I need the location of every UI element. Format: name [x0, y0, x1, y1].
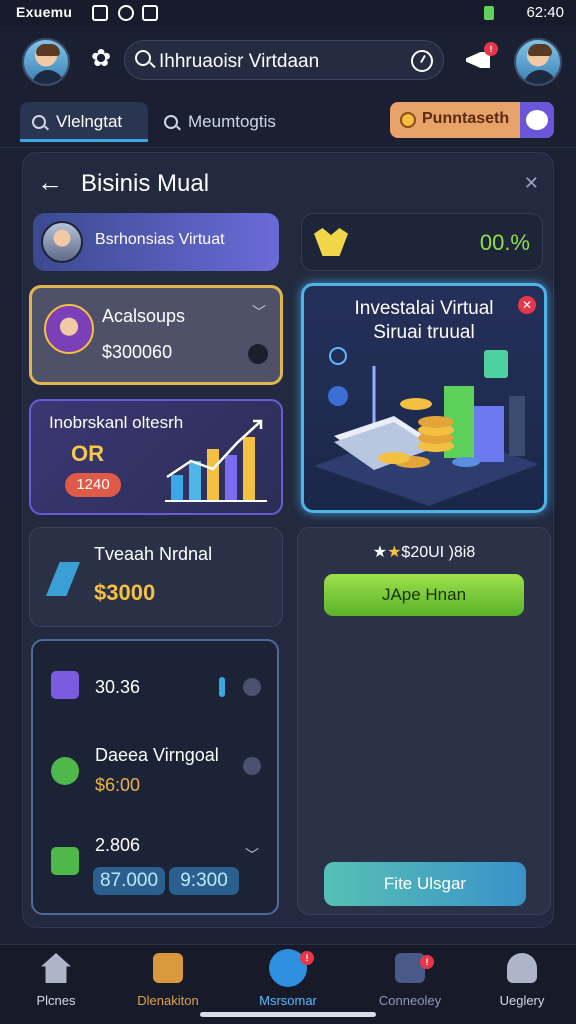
home-icon: [41, 953, 71, 983]
app-header: ✿ Ihhruaoisr Virtdaan !: [0, 26, 576, 98]
money-icon: [51, 757, 79, 785]
search-icon: [32, 115, 46, 129]
edit-icon[interactable]: [243, 678, 261, 696]
notification-badge: !: [300, 951, 314, 965]
status-bar: Exuemu 62:40: [0, 0, 576, 26]
search-input[interactable]: Ihhruaoisr Virtdaan: [159, 51, 319, 73]
chevron-down-icon[interactable]: ﹀: [245, 845, 259, 865]
star-icon: ★: [387, 544, 402, 561]
nav-home[interactable]: Plcnes: [6, 953, 106, 1008]
nav-center[interactable]: ! Msrsomar: [238, 949, 338, 1008]
rating-text: ★★$20UI )8i8: [298, 542, 550, 562]
close-icon[interactable]: ✕: [518, 296, 536, 314]
growth-label: OR: [71, 441, 104, 466]
rate-value: 00.%: [479, 230, 530, 255]
clock-icon[interactable]: [411, 50, 433, 72]
action-card: ★★$20UI )8i8 JApe Hnan Fite Ulsgar: [297, 527, 551, 915]
search-icon: [164, 115, 178, 129]
avatar: [41, 221, 83, 263]
profile-card[interactable]: Bsrhonsias Virtuat: [33, 213, 279, 271]
rating-value: $20UI )8i8: [401, 544, 476, 561]
nav-community[interactable]: ! Conneoley: [360, 953, 460, 1008]
crown-icon: [314, 228, 348, 256]
account-title: Acalsoups: [102, 306, 186, 326]
edit-icon[interactable]: [243, 757, 261, 775]
account-card[interactable]: Acalsoups $300060 ﹀: [29, 285, 283, 385]
nav-label: Conneoley: [378, 993, 442, 1008]
investment-illustration: [314, 347, 539, 506]
asset-list: 30.36 Daeea Virngoal $6:00 2.806 ﹀ 87.00…: [31, 639, 279, 915]
status-left-text: Exuemu: [16, 4, 73, 20]
notification-icon: [92, 5, 108, 21]
search-icon: [135, 50, 151, 66]
investment-title-line1: Investalai Virtual: [354, 298, 494, 319]
chevron-down-icon[interactable]: ﹀: [252, 302, 266, 322]
primary-action-button[interactable]: JApe Hnan: [324, 574, 524, 616]
progress-indicator: [219, 677, 225, 697]
page-title: Bisinis Mual: [81, 170, 210, 197]
amount-pill[interactable]: 87.000: [93, 867, 165, 895]
chat-icon[interactable]: [520, 102, 554, 138]
list-item[interactable]: Daeea Virngoal: [95, 745, 219, 766]
nav-label: Dlenakiton: [137, 993, 199, 1008]
tab-secondary[interactable]: Meumtogtis: [152, 102, 302, 142]
wallet-icon: [51, 671, 79, 699]
tab-primary-label: Vlelngtat: [56, 112, 123, 131]
promo-button[interactable]: Punntaseth: [390, 102, 554, 138]
list-item[interactable]: 2.806: [95, 835, 140, 856]
megaphone-icon[interactable]: !: [466, 42, 498, 72]
growth-pill: 1240: [65, 473, 121, 497]
avatar: [44, 304, 94, 354]
chart-icon: [46, 562, 80, 596]
nav-label: Msrsomar: [259, 993, 317, 1008]
rate-card: 00.%: [301, 213, 543, 271]
notification-badge: !: [420, 955, 434, 969]
main-panel: ← Bisinis Mual ✕ Bsrhonsias Virtuat 00.%…: [22, 152, 554, 928]
secondary-action-button[interactable]: Fite Ulsgar: [324, 862, 526, 906]
coin-icon: [400, 112, 416, 128]
tab-primary[interactable]: Vlelngtat: [20, 102, 148, 142]
growth-card[interactable]: Inobrskanl oltesrh OR 1240: [29, 399, 283, 515]
close-icon[interactable]: ✕: [524, 173, 539, 194]
balance-card[interactable]: Tveaah Nrdnal $3000: [29, 527, 283, 627]
app-icon: [142, 5, 158, 21]
back-arrow-icon[interactable]: ←: [37, 169, 63, 195]
nav-market[interactable]: Dlenakiton: [118, 953, 218, 1008]
nav-label: Ueglery: [499, 993, 545, 1008]
home-indicator[interactable]: [200, 1012, 376, 1017]
money-icon: [51, 847, 79, 875]
balance-title: Tveaah Nrdnal: [94, 544, 213, 564]
circle-icon: [118, 5, 134, 21]
nav-profile[interactable]: Ueglery: [472, 953, 572, 1008]
gear-icon[interactable]: ✿: [88, 46, 114, 72]
user-icon: [507, 953, 537, 983]
account-value: $300060: [102, 342, 173, 362]
status-time: 62:40: [526, 4, 564, 21]
tab-secondary-label: Meumtogtis: [188, 112, 276, 131]
battery-icon: [484, 6, 494, 20]
nav-label: Plcnes: [36, 993, 76, 1008]
list-item-value: $6:00: [95, 775, 141, 795]
profile-avatar[interactable]: [514, 38, 562, 86]
amount-pill[interactable]: 9:300: [169, 867, 239, 895]
shop-icon: [153, 953, 183, 983]
investment-title-line2: Siruai truual: [373, 322, 475, 343]
lock-icon[interactable]: [248, 344, 268, 364]
profile-name: Bsrhonsias Virtuat: [95, 231, 225, 248]
bar-chart-icon: [165, 419, 267, 502]
user-avatar[interactable]: [22, 38, 70, 86]
list-item[interactable]: 30.36: [95, 677, 140, 698]
investment-card[interactable]: Investalai Virtual Siruai truual ✕: [301, 283, 547, 513]
tab-bar: Vlelngtat Meumtogtis Punntaseth: [0, 98, 576, 148]
search-bar[interactable]: Ihhruaoisr Virtdaan: [124, 40, 444, 80]
promo-label: Punntaseth: [422, 110, 510, 127]
star-icon: ★: [372, 544, 388, 561]
balance-value: $3000: [94, 580, 156, 605]
notification-badge: !: [484, 42, 498, 56]
